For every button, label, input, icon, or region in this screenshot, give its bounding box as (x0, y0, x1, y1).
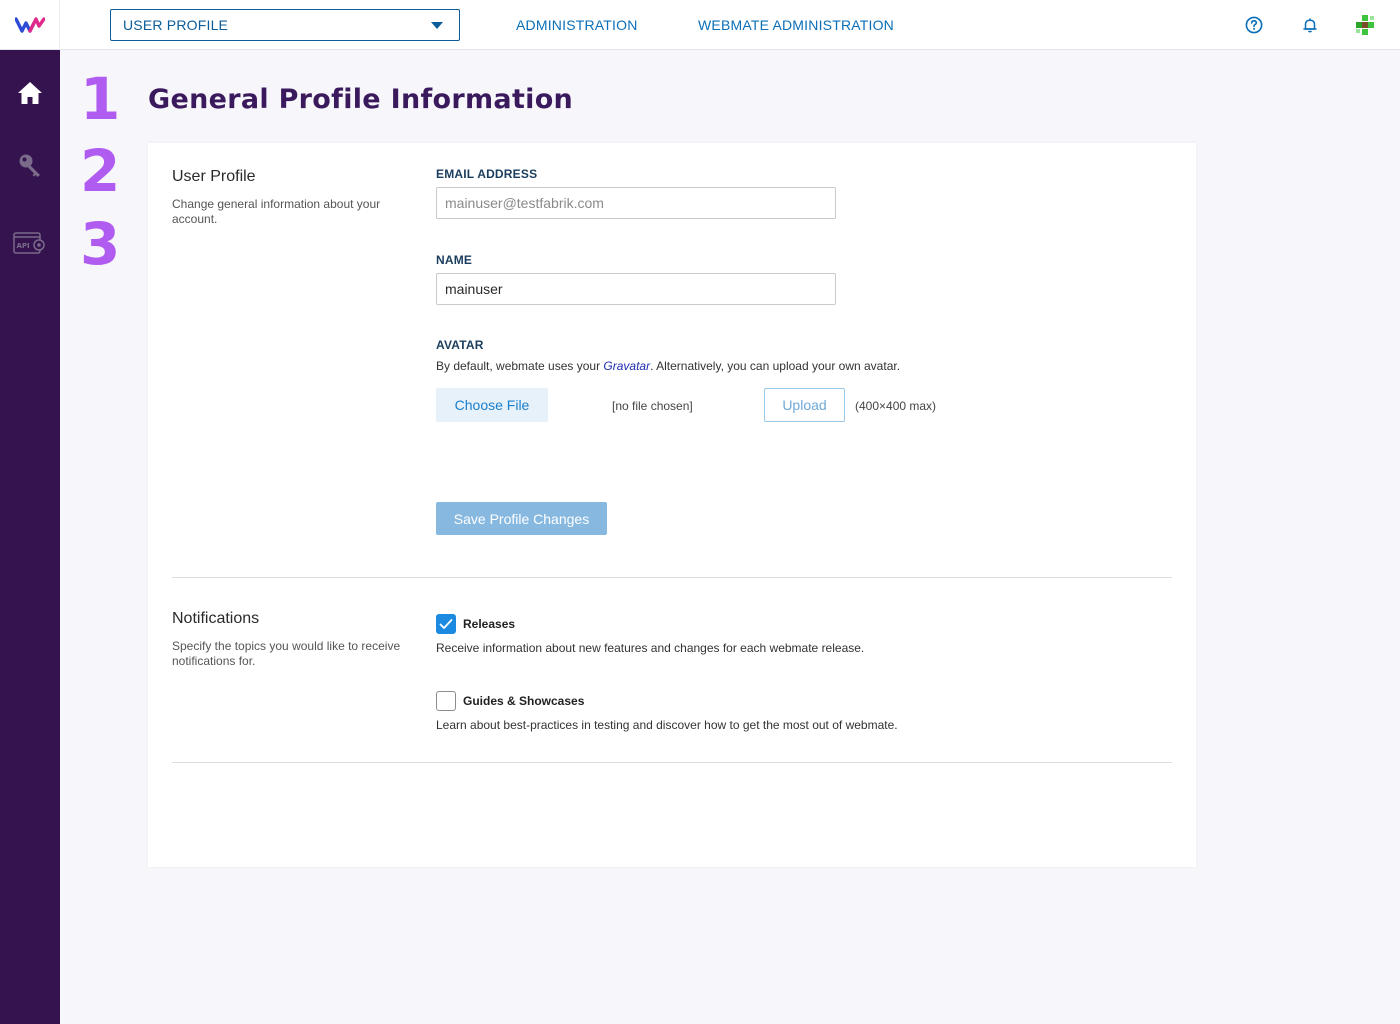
nav-webmate-administration[interactable]: WEBMATE ADMINISTRATION (698, 17, 894, 33)
avatar-desc-suffix: . Alternatively, you can upload your own… (650, 359, 901, 373)
guides-showcases-label[interactable]: Guides & Showcases (463, 694, 584, 708)
releases-description: Receive information about new features a… (436, 641, 865, 655)
top-bar: USER PROFILE ADMINISTRATION WEBMATE ADMI… (0, 0, 1400, 50)
name-label: NAME (436, 253, 473, 267)
step-number-1: 1 (80, 65, 121, 133)
page-title: General Profile Information (148, 84, 574, 115)
webmate-logo[interactable] (0, 0, 60, 50)
home-icon (18, 82, 42, 104)
gravatar-link[interactable]: Gravatar (603, 359, 650, 373)
profile-card: User Profile Change general information … (148, 143, 1196, 867)
section-title-notifications: Notifications (172, 610, 260, 627)
avatar-label: AVATAR (436, 338, 484, 352)
releases-label[interactable]: Releases (463, 617, 515, 631)
name-field[interactable] (436, 273, 836, 305)
step-number-3: 3 (80, 210, 121, 278)
checkmark-icon (439, 619, 453, 629)
sidebar-item-home[interactable] (0, 68, 60, 118)
no-file-chosen-text: [no file chosen] (612, 399, 693, 413)
step-number-2: 2 (80, 137, 121, 205)
webmate-logo-icon (14, 16, 45, 33)
svg-text:API: API (17, 242, 30, 250)
help-icon[interactable] (1244, 15, 1264, 35)
chevron-down-icon (431, 22, 443, 29)
upload-button[interactable]: Upload (764, 388, 845, 422)
sidebar: API (0, 50, 60, 1024)
email-label: EMAIL ADDRESS (436, 167, 538, 181)
guides-showcases-checkbox[interactable] (436, 691, 456, 711)
releases-checkbox[interactable] (436, 614, 456, 634)
section-desc-notifications: Specify the topics you would like to rec… (172, 639, 401, 668)
api-settings-icon: API (13, 232, 45, 254)
section-divider (172, 577, 1172, 578)
section-title-user-profile: User Profile (172, 168, 256, 185)
key-icon (19, 154, 40, 177)
email-field[interactable] (436, 187, 836, 219)
user-avatar-icon[interactable] (1353, 13, 1377, 37)
context-select[interactable]: USER PROFILE (110, 9, 460, 41)
choose-file-button[interactable]: Choose File (436, 388, 548, 422)
sidebar-item-api[interactable]: API (0, 218, 60, 268)
avatar-max-size-note: (400×400 max) (855, 399, 937, 413)
save-profile-button[interactable]: Save Profile Changes (436, 502, 607, 535)
guides-showcases-description: Learn about best-practices in testing an… (436, 718, 898, 732)
context-select-value: USER PROFILE (123, 17, 229, 33)
section-desc-user-profile: Change general information about your ac… (172, 197, 381, 226)
nav-administration[interactable]: ADMINISTRATION (516, 17, 638, 33)
section-divider (172, 762, 1172, 763)
sidebar-item-keys[interactable] (0, 140, 60, 190)
avatar-description: By default, webmate uses your Gravatar. … (436, 359, 900, 373)
avatar-desc-prefix: By default, webmate uses your (436, 359, 604, 373)
bell-icon[interactable] (1300, 15, 1320, 35)
